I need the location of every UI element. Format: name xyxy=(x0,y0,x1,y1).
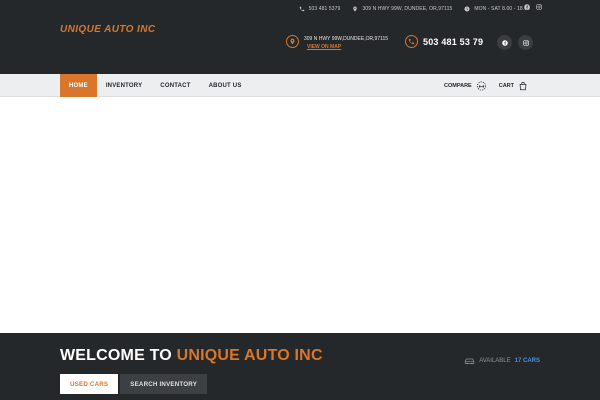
facebook-icon xyxy=(501,39,508,46)
header-address: 309 N HWY 99W,DUNDEE,OR,97115 VIEW ON MA… xyxy=(286,35,394,57)
header-phone-number: 503 481 53 79 xyxy=(423,36,484,47)
cart-label: CART xyxy=(498,82,514,89)
welcome-section: WELCOME TO UNIQUE AUTO INC AVAILABLE 17 … xyxy=(0,333,600,400)
topbar-social xyxy=(524,4,542,10)
instagram-icon[interactable] xyxy=(536,4,542,10)
shopping-bag-icon xyxy=(519,81,527,90)
top-info-bar: 503 481 5379 309 N HWY 99W, DUNDEE, OR,9… xyxy=(299,3,530,15)
location-pin-icon xyxy=(353,6,358,12)
available-count[interactable]: 17 CARS xyxy=(515,358,540,364)
topbar-hours: MON - SAT 8.00 - 18.00 xyxy=(464,6,530,12)
site-logo[interactable]: UNIQUE AUTO INC xyxy=(60,24,155,35)
inventory-tabs: USED CARS SEARCH INVENTORY xyxy=(60,374,208,394)
compare-label: COMPARE xyxy=(444,82,472,89)
topbar-address[interactable]: 309 N HWY 99W, DUNDEE, OR,97115 xyxy=(352,6,452,12)
welcome-title-prefix: WELCOME TO xyxy=(60,347,172,364)
topbar-hours-text: MON - SAT 8.00 - 18.00 xyxy=(474,6,530,12)
tab-search-inventory[interactable]: SEARCH INVENTORY xyxy=(120,374,208,394)
welcome-title: WELCOME TO UNIQUE AUTO INC xyxy=(60,347,323,365)
main-nav: HOME INVENTORY CONTACT ABOUT US COMPARE … xyxy=(0,74,600,97)
topbar-address-text: 309 N HWY 99W, DUNDEE, OR,97115 xyxy=(362,6,453,12)
nav-item-contact[interactable]: CONTACT xyxy=(151,74,199,97)
instagram-icon xyxy=(522,39,529,46)
facebook-icon[interactable] xyxy=(524,4,530,10)
site-header: 503 481 5379 309 N HWY 99W, DUNDEE, OR,9… xyxy=(0,0,600,74)
instagram-button[interactable] xyxy=(518,35,533,50)
facebook-button[interactable] xyxy=(497,35,512,50)
nav-item-about-us[interactable]: ABOUT US xyxy=(200,74,251,97)
tab-used-cars[interactable]: USED CARS xyxy=(60,374,119,394)
clock-icon xyxy=(464,6,470,12)
phone-icon xyxy=(299,6,304,12)
view-on-map-link[interactable]: VIEW ON MAP xyxy=(307,44,341,50)
location-pin-icon xyxy=(286,35,299,48)
compare-car-icon xyxy=(476,81,486,90)
nav-item-inventory[interactable]: INVENTORY xyxy=(97,74,151,97)
car-icon xyxy=(465,358,475,365)
header-address-text: 309 N HWY 99W,DUNDEE,OR,97115 VIEW ON MA… xyxy=(304,35,390,51)
available-label: AVAILABLE xyxy=(479,358,511,364)
compare-button[interactable]: COMPARE xyxy=(444,81,487,91)
nav-actions: COMPARE CART xyxy=(444,74,528,97)
available-cars: AVAILABLE 17 CARS xyxy=(464,357,540,365)
welcome-title-brand: UNIQUE AUTO INC xyxy=(176,347,323,364)
header-social xyxy=(497,35,533,50)
cart-button[interactable]: CART xyxy=(499,81,528,91)
address-line: 309 N HWY 99W,DUNDEE,OR,97115 xyxy=(304,36,389,42)
phone-icon xyxy=(405,35,418,48)
nav-menu: HOME INVENTORY CONTACT ABOUT US xyxy=(60,74,251,97)
nav-item-home[interactable]: HOME xyxy=(60,74,97,97)
header-phone[interactable]: 503 481 53 79 xyxy=(405,35,483,48)
topbar-phone-text: 503 481 5379 xyxy=(308,6,341,12)
topbar-phone[interactable]: 503 481 5379 xyxy=(299,6,341,12)
